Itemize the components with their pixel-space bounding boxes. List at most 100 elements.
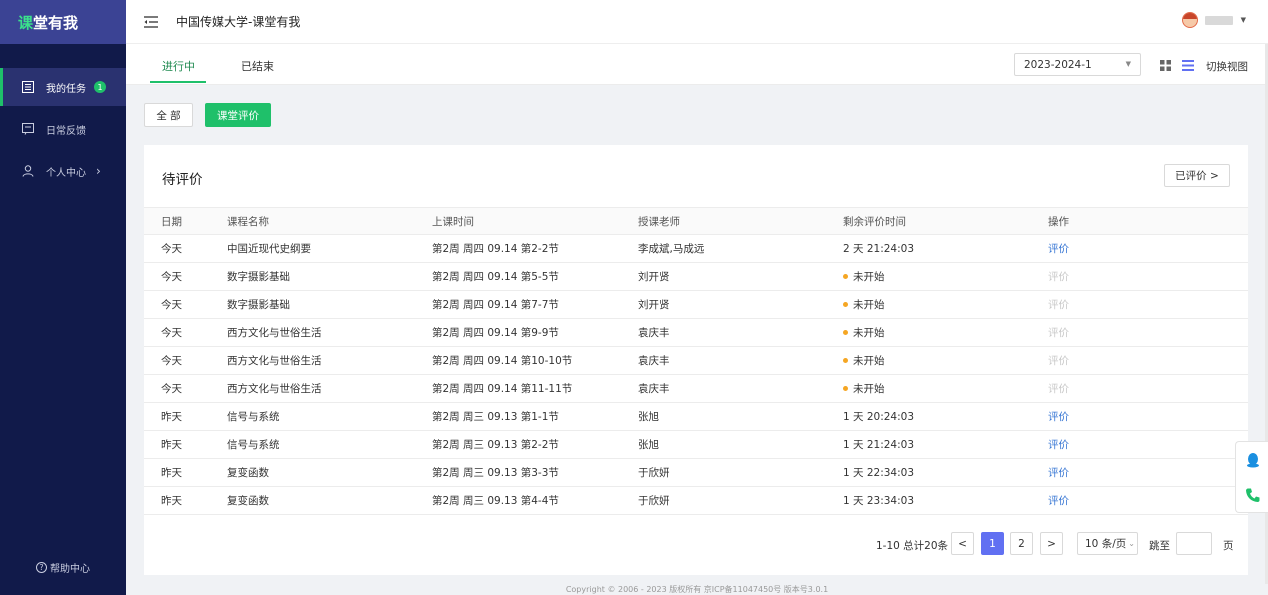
table-row: 昨天 复变函数 第2周 周三 09.13 第4-4节 于欣妍 1 天 23:34:03 评… [144,487,1248,515]
column-header-date: 日期 [161,216,182,228]
sidebar-nav: 我的任务 1 日常反馈 个人中心 › [0,68,126,190]
avatar [1181,12,1198,28]
teacher-cell: 于欣妍 [638,467,670,479]
pending-evaluation-card: 待评价 已评价 > 日期 课程名称 上课时间 授课老师 剩余评价时间 操作 今天… [144,145,1248,575]
teacher-cell: 刘开贤 [638,271,670,283]
column-header-course: 课程名称 [227,216,269,228]
switch-view-label[interactable]: 切换视图 [1206,59,1248,74]
sidebar-item-my-tasks[interactable]: 我的任务 1 [0,68,126,106]
remaining-time-text: 未开始 [853,355,885,367]
list-view-icon[interactable] [1182,60,1194,71]
pending-status-dot [843,357,848,363]
user-name-redacted [1204,15,1233,25]
tab-ended[interactable]: 已结束 [241,58,274,74]
evaluate-link[interactable]: 评价 [1048,235,1069,263]
prev-page-button[interactable]: < [951,532,974,555]
table-row: 今天 西方文化与世俗生活 第2周 周四 09.14 第9-9节 袁庆丰 未开始 评价 [144,319,1248,347]
app-logo[interactable]: 课堂有我 [0,0,126,44]
course-name-cell: 西方文化与世俗生活 [227,327,322,339]
column-header-teacher: 授课老师 [638,216,680,228]
class-time-cell: 第2周 周四 09.14 第9-9节 [432,327,559,339]
evaluate-link[interactable]: 评价 [1048,431,1069,459]
remaining-time-cell: 1 天 23:34:03 [843,495,915,507]
help-center-label: 帮助中心 [50,564,90,575]
user-menu[interactable]: ▼ [1181,12,1246,28]
table-header: 日期 课程名称 上课时间 授课老师 剩余评价时间 操作 [144,207,1248,235]
course-name-cell: 中国近现代史纲要 [227,243,311,255]
filter-evaluation-button[interactable]: 课堂评价 [205,103,271,127]
evaluate-link: 评价 [1048,327,1069,339]
chevron-down-icon: ⌄ [1128,539,1135,548]
chevron-right-icon: › [96,164,101,178]
course-name-cell: 数字摄影基础 [227,271,290,283]
term-select[interactable]: 2023-2024-1 ▼ [1014,53,1141,76]
remaining-time-text: 未开始 [853,271,885,283]
column-header-action: 操作 [1048,216,1069,228]
sidebar: 课堂有我 我的任务 1 日常反馈 个人中心 › ? 帮助中心 [0,0,126,595]
date-cell: 昨天 [161,411,182,423]
remaining-time-cell: 未开始 [843,263,885,291]
class-time-cell: 第2周 周三 09.13 第4-4节 [432,495,559,507]
course-name-cell: 数字摄影基础 [227,299,290,311]
date-cell: 今天 [161,355,182,367]
sidebar-item-personal-center[interactable]: 个人中心 › [0,152,126,190]
evaluated-button[interactable]: 已评价 > [1164,164,1230,187]
class-time-cell: 第2周 周四 09.14 第11-11节 [432,383,573,395]
sidebar-item-daily-feedback[interactable]: 日常反馈 [0,110,126,148]
teacher-cell: 于欣妍 [638,495,670,507]
footer-copyright: Copyright © 2006 - 2023 版权所有 京ICP备110474… [565,585,829,594]
help-center-link[interactable]: ? 帮助中心 [0,560,126,575]
teacher-cell: 袁庆丰 [638,355,670,367]
tab-ongoing[interactable]: 进行中 [162,58,195,74]
phone-icon[interactable] [1245,487,1261,503]
status-tab-bar: 进行中 已结束 2023-2024-1 ▼ 切换视图 [126,44,1268,85]
menu-collapse-button[interactable] [144,14,160,30]
column-header-remaining: 剩余评价时间 [843,216,906,228]
column-header-time: 上课时间 [432,216,474,228]
sidebar-item-label: 个人中心 [46,167,86,179]
card-title: 待评价 [162,172,203,188]
date-cell: 今天 [161,271,182,283]
evaluate-link[interactable]: 评价 [1048,487,1069,515]
evaluate-link[interactable]: 评价 [1048,403,1069,431]
course-name-cell: 信号与系统 [227,411,280,423]
floating-contact-panel [1235,441,1268,513]
teacher-cell: 张旭 [638,411,659,423]
class-time-cell: 第2周 周三 09.13 第2-2节 [432,439,559,451]
evaluate-link: 评价 [1048,355,1069,367]
next-page-button[interactable]: > [1040,532,1063,555]
date-cell: 今天 [161,383,182,395]
course-name-cell: 复变函数 [227,467,269,479]
remaining-time-cell: 1 天 22:34:03 [843,467,915,479]
table-row: 今天 数字摄影基础 第2周 周四 09.14 第7-7节 刘开贤 未开始 评价 [144,291,1248,319]
grid-view-icon[interactable] [1160,60,1171,71]
jump-to-label: 跳至 [1149,540,1170,552]
page-size-value: 10 条/页 [1085,538,1127,550]
page-button-1[interactable]: 1 [981,532,1004,555]
page-size-select[interactable]: 10 条/页 ⌄ [1077,532,1138,555]
top-header: 中国传媒大学-课堂有我 ▼ [126,0,1268,44]
page-button-2[interactable]: 2 [1010,532,1033,555]
caret-down-icon: ▼ [1240,16,1246,24]
task-count-badge: 1 [94,81,106,93]
pending-status-dot [843,273,848,279]
teacher-cell: 张旭 [638,439,659,451]
class-time-cell: 第2周 周三 09.13 第3-3节 [432,467,559,479]
teacher-cell: 袁庆丰 [638,383,670,395]
remaining-time-cell: 1 天 20:24:03 [843,411,915,423]
feedback-icon [22,123,34,135]
evaluate-link[interactable]: 评价 [1048,459,1069,487]
remaining-time-cell: 未开始 [843,375,885,403]
class-time-cell: 第2周 周四 09.14 第7-7节 [432,299,559,311]
course-name-cell: 信号与系统 [227,439,280,451]
task-list-icon [22,81,34,93]
qq-icon[interactable] [1245,452,1261,468]
date-cell: 今天 [161,243,182,255]
jump-to-page-input[interactable] [1176,532,1212,555]
caret-down-icon: ▼ [1125,60,1131,68]
logo-text: 堂有我 [33,13,79,32]
remaining-time-cell: 2 天 21:24:03 [843,243,915,255]
remaining-time-cell: 1 天 21:24:03 [843,439,915,451]
logo-accent: 课 [18,13,34,32]
filter-all-button[interactable]: 全 部 [144,103,193,127]
